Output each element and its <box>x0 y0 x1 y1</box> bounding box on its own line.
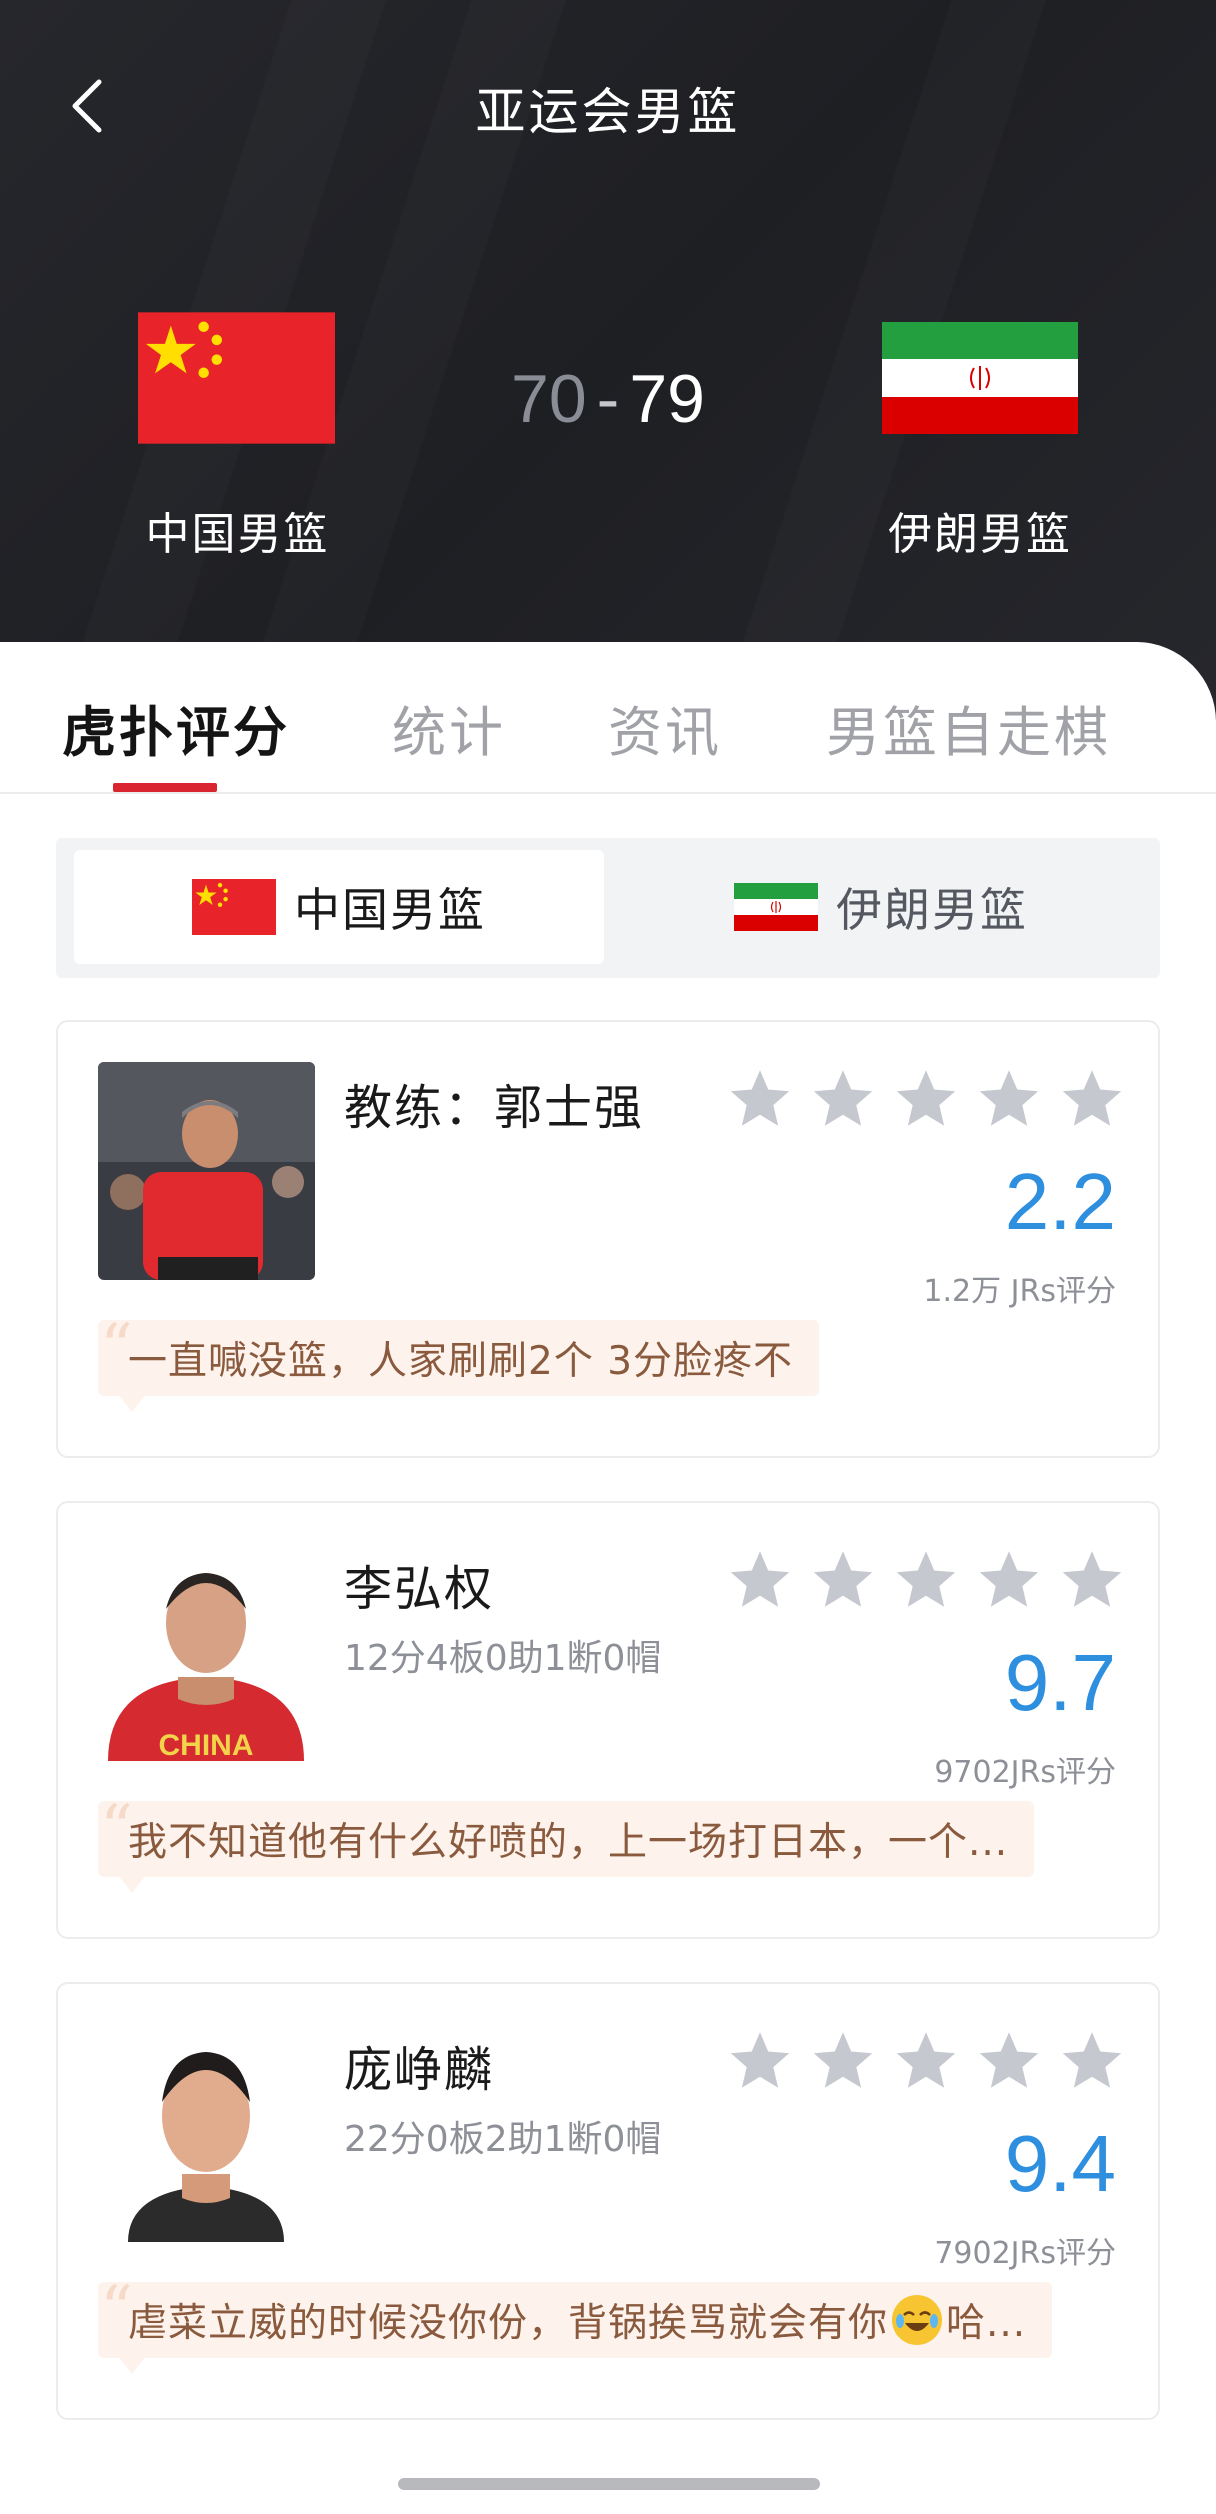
top-comment[interactable]: “ 我不知道他有什么好喷的，上一场打日本，一个... <box>98 1797 1035 1893</box>
iran-flag-icon <box>734 883 818 931</box>
home-score: 70 <box>511 361 587 437</box>
star-icon[interactable] <box>892 1066 960 1134</box>
china-flag-icon <box>192 879 276 935</box>
avatar <box>98 2024 315 2242</box>
tab-stats[interactable]: 统计 <box>392 688 506 767</box>
star-icon[interactable] <box>809 1066 877 1134</box>
rating-count: 1.2万 JRs评分 <box>923 1274 1116 1309</box>
star-rating[interactable] <box>726 2028 1126 2098</box>
active-tab-indicator <box>113 783 217 792</box>
player-name: 庞峥麟 <box>344 2042 495 2098</box>
tab-news[interactable]: 资讯 <box>608 688 722 767</box>
tab-auto-chess[interactable]: 男篮自走棋 <box>826 688 1111 767</box>
player-stats: 12分4板0助1断0帽 <box>344 1638 662 1679</box>
star-icon[interactable] <box>726 2028 794 2096</box>
star-icon[interactable] <box>809 2028 877 2096</box>
quote-icon: “ <box>100 1792 134 1866</box>
rating-score: 2.2 <box>1004 1157 1116 1246</box>
star-rating[interactable] <box>726 1066 1126 1136</box>
star-icon[interactable] <box>726 1547 794 1615</box>
home-team-name[interactable]: 中国男篮 <box>110 498 365 562</box>
star-icon[interactable] <box>1058 2028 1126 2096</box>
quote-icon: “ <box>100 2273 134 2347</box>
star-icon[interactable] <box>892 2028 960 2096</box>
player-name: 教练：郭士强 <box>344 1080 645 1136</box>
star-icon[interactable] <box>892 1547 960 1615</box>
quote-icon: “ <box>100 1311 134 1385</box>
rating-count: 7902JRs评分 <box>934 2236 1116 2271</box>
rating-card[interactable]: 教练：郭士强 2.2 1.2万 JRs评分 “ 一直喊没篮，人家刷刷2个 3分脸… <box>56 1020 1160 1458</box>
team-switch-away-label: 伊朗男篮 <box>836 883 1028 937</box>
comment-text: 我不知道他有什么好喷的，上一场打日本，一个... <box>128 1820 1009 1865</box>
star-icon[interactable] <box>1058 1547 1126 1615</box>
svg-text:CHINA: CHINA <box>159 1729 254 1761</box>
rating-count: 9702JRs评分 <box>934 1755 1116 1790</box>
comment-text-after: 哈... <box>946 2301 1027 2346</box>
team-switch-home-label: 中国男篮 <box>294 883 486 937</box>
comment-text-before: 虐菜立威的时候没你份，背锅挨骂就会有你 <box>128 2301 889 2346</box>
rating-score: 9.7 <box>1004 1638 1116 1727</box>
match-header: 亚运会男篮 70-79 中国男篮 伊朗男篮 <box>0 0 1216 720</box>
home-indicator[interactable] <box>398 2478 820 2490</box>
rating-score: 9.4 <box>1004 2119 1116 2208</box>
rating-card[interactable]: CHINA 李弘权 12分4板0助1断0帽 9.7 9702JRs评分 “ 我不… <box>56 1501 1160 1939</box>
iran-flag-icon[interactable] <box>882 322 1078 434</box>
comment-tail <box>118 2356 146 2374</box>
top-comment[interactable]: “ 虐菜立威的时候没你份，背锅挨骂就会有你 哈... <box>98 2278 1053 2374</box>
team-switch: 中国男篮 伊朗男篮 <box>56 838 1160 978</box>
team-switch-home[interactable]: 中国男篮 <box>74 850 604 964</box>
star-icon[interactable] <box>809 1547 877 1615</box>
page-title: 亚运会男篮 <box>475 83 741 141</box>
star-icon[interactable] <box>975 2028 1043 2096</box>
match-score: 70-79 <box>420 360 796 438</box>
comment-text: 一直喊没篮，人家刷刷2个 3分脸疼不 <box>128 1339 794 1384</box>
player-name: 李弘权 <box>344 1561 495 1617</box>
china-flag-icon[interactable] <box>138 312 335 444</box>
rating-card[interactable]: 庞峥麟 22分0板2助1断0帽 9.4 7902JRs评分 “ 虐菜立威的时候没… <box>56 1982 1160 2420</box>
tab-hupu-rating[interactable]: 虎扑评分 <box>62 688 290 767</box>
avatar: CHINA <box>98 1543 315 1761</box>
away-team-name[interactable]: 伊朗男篮 <box>852 498 1108 562</box>
team-switch-away[interactable]: 伊朗男篮 <box>616 850 1146 964</box>
tab-bar: 虎扑评分 统计 资讯 男篮自走棋 <box>0 642 1216 794</box>
avatar <box>98 1062 315 1280</box>
comment-tail <box>118 1875 146 1893</box>
score-separator: - <box>596 361 620 437</box>
away-score: 79 <box>629 361 705 437</box>
top-comment[interactable]: “ 一直喊没篮，人家刷刷2个 3分脸疼不 <box>98 1316 820 1412</box>
comment-tail <box>118 1394 146 1412</box>
star-rating[interactable] <box>726 1547 1126 1617</box>
star-icon[interactable] <box>975 1066 1043 1134</box>
player-stats: 22分0板2助1断0帽 <box>344 2119 662 2160</box>
star-icon[interactable] <box>1058 1066 1126 1134</box>
star-icon[interactable] <box>726 1066 794 1134</box>
laughing-crying-emoji-icon <box>892 2295 943 2345</box>
star-icon[interactable] <box>975 1547 1043 1615</box>
